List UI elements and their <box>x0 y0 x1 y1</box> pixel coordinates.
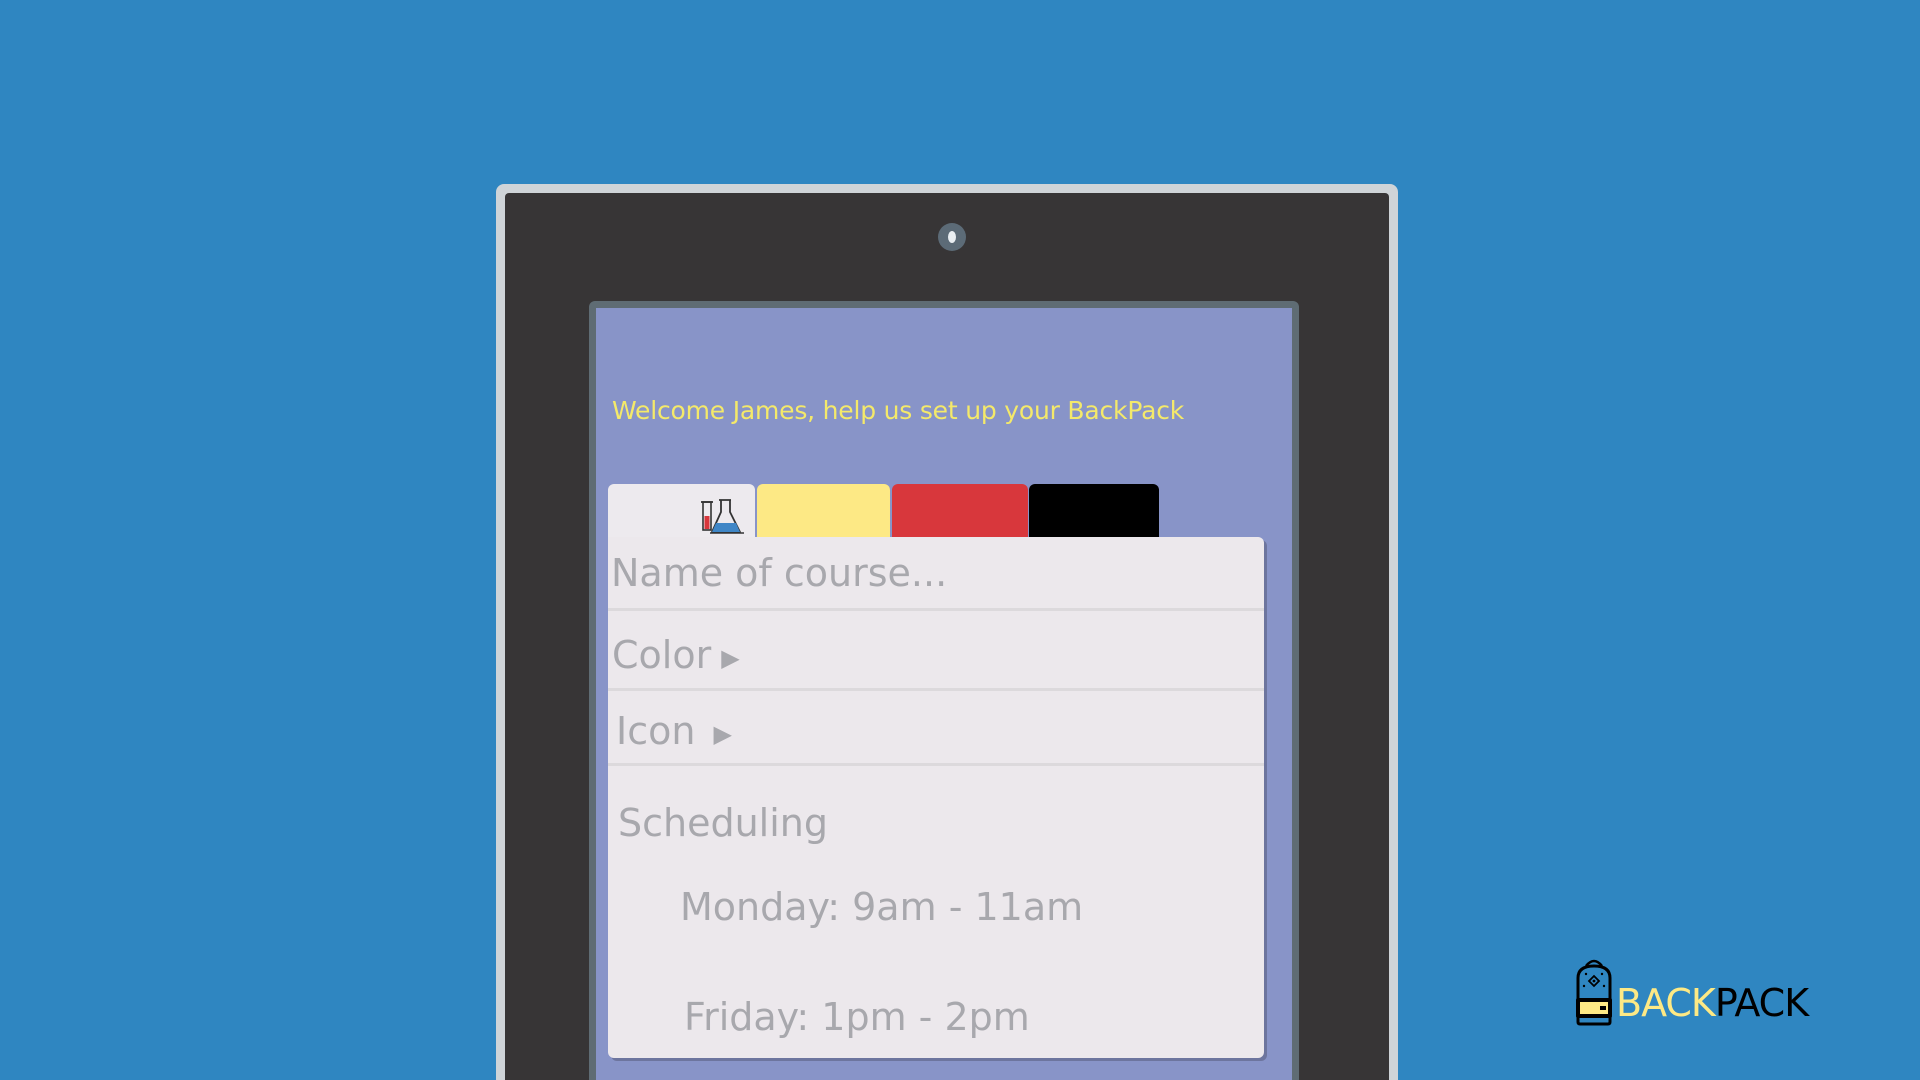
course-form-card: Name of course... Color ▶ Icon ▶ Schedulin… <box>608 537 1264 1058</box>
course-tab-black[interactable] <box>1029 484 1159 538</box>
welcome-message: Welcome James, help us set up your BackP… <box>612 396 1185 425</box>
tablet-bezel: Welcome James, help us set up your BackP… <box>505 193 1389 1080</box>
course-tab-science[interactable] <box>608 484 755 538</box>
course-tabs <box>608 484 1159 538</box>
expand-arrow-icon: ▶ <box>713 719 732 748</box>
tablet-device: Welcome James, help us set up your BackP… <box>496 184 1398 1080</box>
course-name-input[interactable]: Name of course... <box>608 547 1264 611</box>
color-selector[interactable]: Color ▶ <box>608 615 1264 691</box>
backpack-icon <box>1576 959 1612 1026</box>
icon-selector[interactable]: Icon ▶ <box>608 694 1264 766</box>
color-label: Color <box>612 633 712 677</box>
icon-label: Icon <box>616 709 696 753</box>
schedule-item[interactable]: Friday: 1pm - 2pm <box>684 995 1030 1039</box>
flask-icon <box>701 499 744 534</box>
schedule-item[interactable]: Monday: 9am - 11am <box>680 885 1083 929</box>
brand-wordmark: BACKPACK <box>1616 981 1809 1025</box>
scheduling-title: Scheduling <box>618 801 829 845</box>
screen-frame: Welcome James, help us set up your BackP… <box>589 301 1299 1080</box>
camera-icon <box>938 223 966 251</box>
expand-arrow-icon: ▶ <box>721 643 740 672</box>
course-tab-red[interactable] <box>892 484 1028 538</box>
brand-logo: BACKPACK <box>1572 956 1812 1026</box>
stage: Welcome James, help us set up your BackP… <box>0 0 1920 1080</box>
app-screen: Welcome James, help us set up your BackP… <box>596 308 1292 1080</box>
course-tab-yellow[interactable] <box>757 484 890 538</box>
